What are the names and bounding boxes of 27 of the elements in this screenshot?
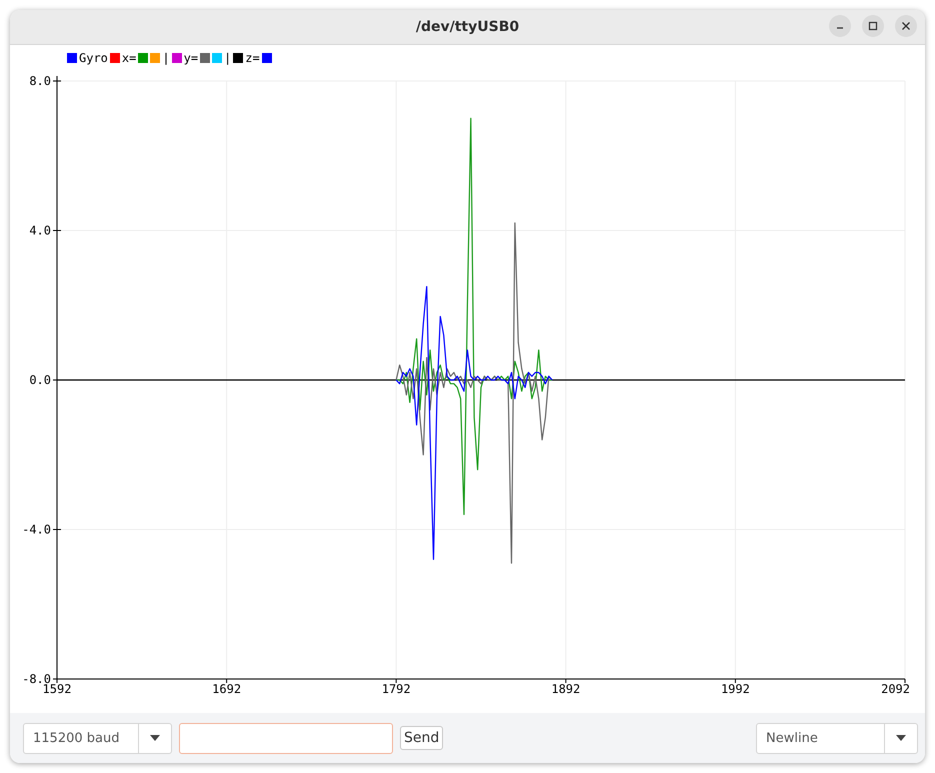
legend-label: | <box>224 51 232 65</box>
window-title: /dev/ttyUSB0 <box>416 19 520 35</box>
caret-icon <box>896 735 906 741</box>
caret-icon <box>150 735 160 741</box>
x-tick-label: 1792 <box>382 682 411 696</box>
x-tick-label: 1692 <box>212 682 242 696</box>
y-tick-label: -4.0 <box>22 522 51 536</box>
maximize-icon <box>868 21 878 31</box>
message-field[interactable] <box>179 722 393 754</box>
x-tick-label: 2092 <box>881 682 910 696</box>
y-tick-label: 0.0 <box>29 373 51 387</box>
y-tick-label: 8.0 <box>29 74 51 88</box>
baud-dropdown[interactable]: 115200 baud <box>23 722 172 754</box>
legend-label: x= <box>122 51 136 65</box>
maximize-button[interactable] <box>862 15 884 37</box>
send-button[interactable]: Send <box>400 726 444 750</box>
y-tick-label: 4.0 <box>29 224 51 238</box>
x-tick-label: 1892 <box>551 682 580 696</box>
close-button[interactable] <box>895 15 917 37</box>
legend-label: | <box>162 51 170 65</box>
x-tick-label: 1992 <box>720 682 750 696</box>
legend-label: y= <box>184 51 198 65</box>
x-tick-label: 1592 <box>42 682 72 696</box>
legend-label: Gyro <box>79 51 108 65</box>
line-ending-dropdown[interactable]: Newline <box>756 722 918 754</box>
legend-label: z= <box>245 51 260 65</box>
close-icon <box>901 21 911 31</box>
